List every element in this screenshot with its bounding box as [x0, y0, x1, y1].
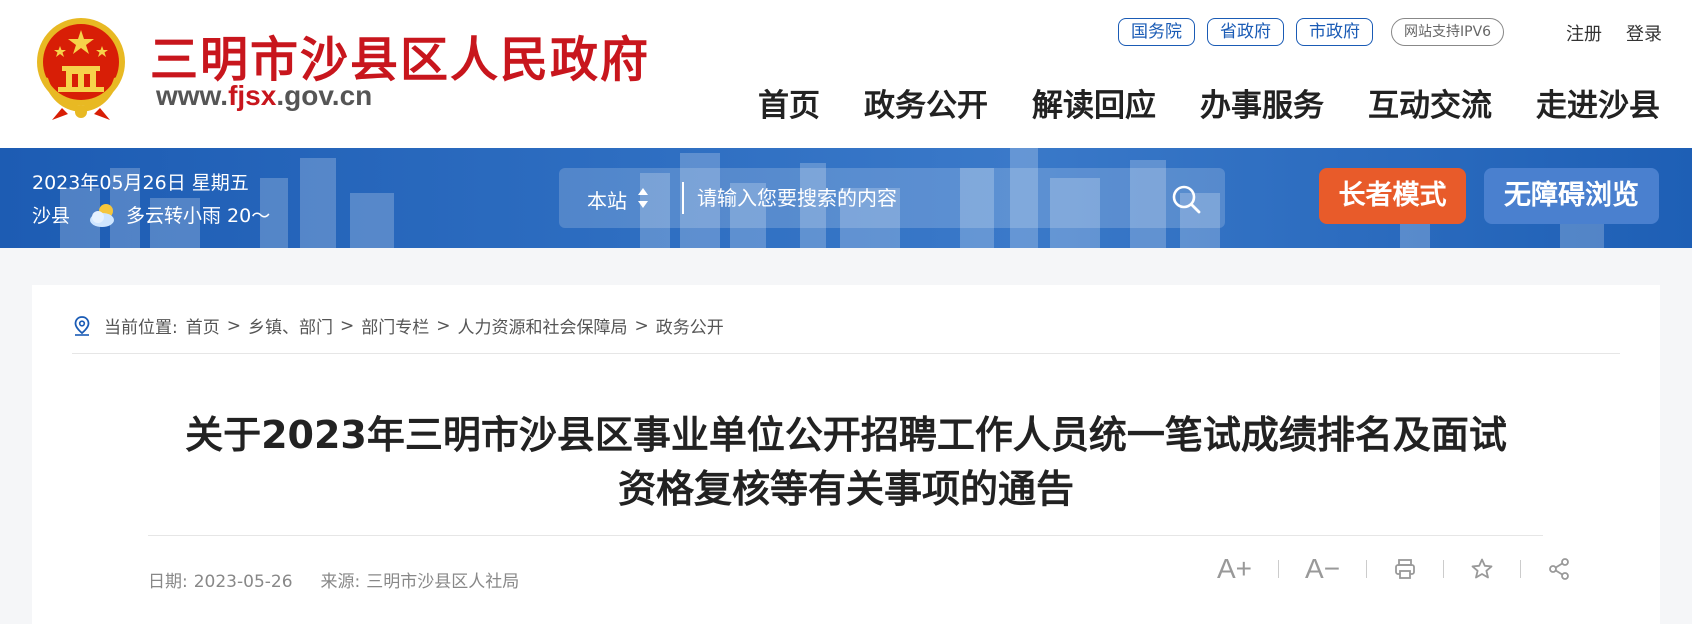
site-url-suffix: .gov.cn — [276, 80, 373, 111]
link-provincial-gov[interactable]: 省政府 — [1207, 18, 1284, 46]
tool-separator — [1278, 560, 1280, 578]
breadcrumb-separator: > — [339, 315, 355, 336]
current-date: 2023年05月26日 星期五 — [32, 172, 249, 194]
favorite-star-icon[interactable] — [1470, 557, 1494, 581]
article-meta: 日期: 2023-05-26 来源: 三明市沙县区人社局 — [148, 567, 547, 592]
tool-separator — [1366, 560, 1368, 578]
search-input[interactable] — [697, 178, 1137, 218]
weather-text: 多云转小雨 20～ — [126, 205, 271, 227]
nav-home[interactable]: 首页 — [758, 80, 820, 125]
accessible-browse-button[interactable]: 无障碍浏览 — [1484, 168, 1659, 224]
breadcrumb-divider — [72, 353, 1620, 354]
nav-about-shaxian[interactable]: 走进沙县 — [1536, 80, 1660, 125]
cloudy-weather-icon — [90, 203, 115, 227]
login-link[interactable]: 登录 — [1626, 20, 1662, 46]
print-icon[interactable] — [1393, 557, 1417, 581]
search-scope-select[interactable]: 本站 — [587, 185, 627, 214]
search-icon[interactable] — [1169, 182, 1203, 216]
search-divider — [682, 182, 684, 214]
site-url-prefix: www. — [156, 80, 229, 111]
nav-services[interactable]: 办事服务 — [1200, 80, 1324, 125]
breadcrumb-towns-departments[interactable]: 乡镇、部门 — [248, 313, 333, 338]
sort-arrows-icon — [638, 188, 648, 208]
article-card: 当前位置: 首页 > 乡镇、部门 > 部门专栏 > 人力资源和社会保障局 > 政… — [32, 285, 1660, 624]
link-state-council[interactable]: 国务院 — [1118, 18, 1195, 46]
breadcrumb-department-column[interactable]: 部门专栏 — [361, 313, 429, 338]
tool-separator — [1443, 560, 1445, 578]
site-url: www.fjsx.gov.cn — [156, 80, 372, 112]
nav-interpretation[interactable]: 解读回应 — [1032, 80, 1156, 125]
weather-info: 沙县 多云转小雨 20～ — [32, 201, 270, 228]
share-icon[interactable] — [1547, 557, 1571, 581]
tool-separator — [1520, 560, 1522, 578]
article-date: 日期: 2023-05-26 — [148, 567, 293, 592]
title-divider — [148, 535, 1543, 536]
date-label: 日期: — [148, 572, 188, 592]
breadcrumb-gov-affairs[interactable]: 政务公开 — [656, 313, 724, 338]
breadcrumb-separator: > — [226, 315, 241, 336]
article-title-line1: 关于2023年三明市沙县区事业单位公开招聘工作人员统一笔试成绩排名及面试 — [185, 413, 1507, 457]
article-tools: A+ A− — [1217, 553, 1571, 585]
breadcrumb-separator: > — [436, 315, 451, 336]
breadcrumb-home[interactable]: 首页 — [186, 313, 220, 338]
site-url-domain: fjsx — [228, 80, 277, 111]
nav-interaction[interactable]: 互动交流 — [1368, 80, 1492, 125]
ipv6-badge: 网站支持IPV6 — [1391, 18, 1505, 46]
breadcrumb-hr-bureau[interactable]: 人力资源和社会保障局 — [457, 313, 627, 338]
breadcrumb-separator: > — [634, 315, 649, 336]
article-source: 来源: 三明市沙县区人社局 — [321, 567, 520, 592]
site-header: 三明市沙县区人民政府 www.fjsx.gov.cn 国务院 省政府 市政府 网… — [0, 0, 1692, 148]
top-links: 国务院 省政府 市政府 网站支持IPV6 — [1118, 18, 1505, 46]
elder-mode-button[interactable]: 长者模式 — [1319, 168, 1466, 224]
article-title-line2: 资格复核等有关事项的通告 — [617, 467, 1074, 511]
link-municipal-gov[interactable]: 市政府 — [1296, 18, 1373, 46]
font-increase-button[interactable]: A+ — [1217, 553, 1252, 585]
national-emblem-icon — [37, 18, 125, 120]
search-bar: 本站 — [559, 168, 1225, 228]
main-nav: 首页 政务公开 解读回应 办事服务 互动交流 走进沙县 — [714, 80, 1660, 125]
source-value: 三明市沙县区人社局 — [366, 572, 520, 592]
date-value: 2023-05-26 — [193, 572, 293, 592]
register-link[interactable]: 注册 — [1566, 20, 1602, 46]
source-label: 来源: — [320, 572, 361, 592]
breadcrumb: 当前位置: 首页 > 乡镇、部门 > 部门专栏 > 人力资源和社会保障局 > 政… — [72, 313, 724, 338]
breadcrumb-prefix: 当前位置: — [104, 318, 178, 338]
font-decrease-button[interactable]: A− — [1305, 553, 1340, 585]
nav-gov-affairs[interactable]: 政务公开 — [864, 80, 988, 125]
weather-location: 沙县 — [32, 205, 71, 227]
article-title: 关于2023年三明市沙县区事业单位公开招聘工作人员统一笔试成绩排名及面试 资格复… — [142, 408, 1550, 516]
location-pin-icon — [74, 315, 90, 336]
